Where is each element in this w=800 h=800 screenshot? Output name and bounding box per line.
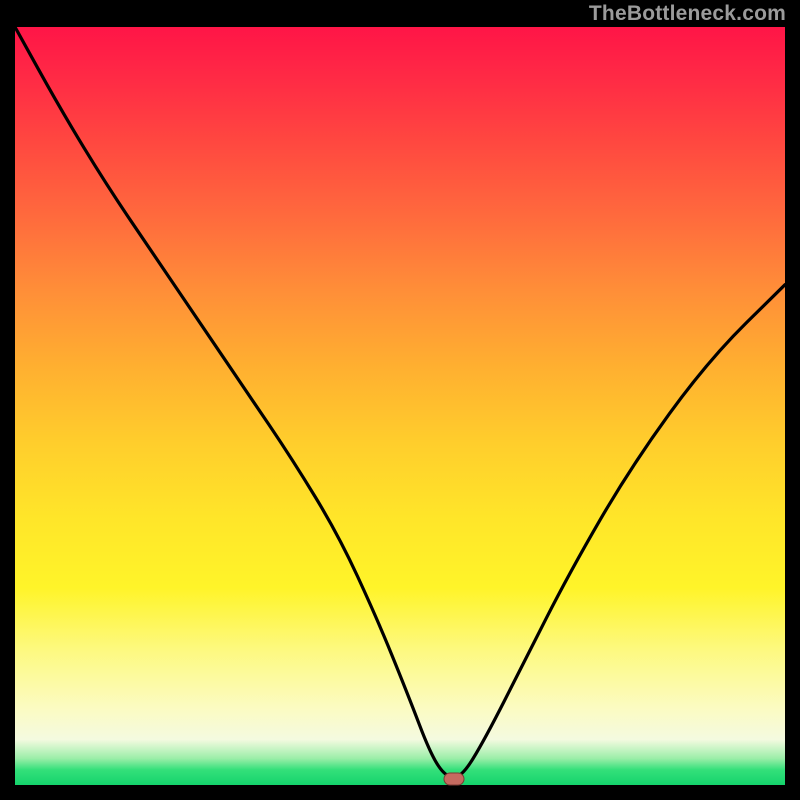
curve-path bbox=[15, 27, 785, 777]
bottleneck-curve bbox=[15, 27, 785, 785]
plot-area bbox=[15, 27, 785, 785]
optimum-marker bbox=[443, 772, 464, 785]
chart-stage: TheBottleneck.com bbox=[0, 0, 800, 800]
watermark-text: TheBottleneck.com bbox=[589, 2, 786, 26]
